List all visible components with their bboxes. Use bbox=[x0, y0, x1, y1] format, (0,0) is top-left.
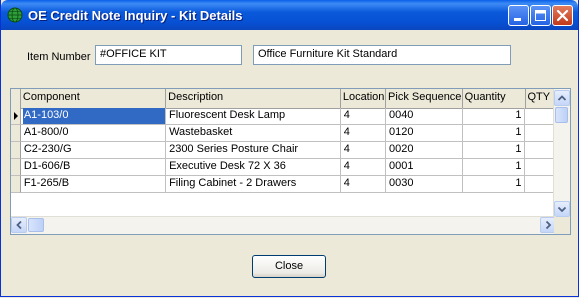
cell-quantity[interactable]: 1 bbox=[462, 142, 526, 159]
row-selector[interactable] bbox=[11, 125, 21, 142]
cell-location[interactable]: 4 bbox=[340, 142, 386, 159]
cell-description[interactable]: Wastebasket bbox=[166, 125, 341, 142]
close-icon bbox=[556, 9, 569, 22]
maximize-button[interactable] bbox=[530, 5, 551, 26]
vertical-scrollbar[interactable] bbox=[553, 89, 570, 218]
cell-component[interactable]: C2-230/G bbox=[20, 142, 167, 159]
column-header-quantity[interactable]: Quantity bbox=[463, 89, 526, 108]
globe-icon bbox=[7, 7, 23, 23]
cell-qty[interactable] bbox=[525, 108, 556, 125]
table-row[interactable]: F1-265/B Filing Cabinet - 2 Drawers 4 00… bbox=[11, 176, 556, 193]
grid-header: Component Description Location Pick Sequ… bbox=[11, 89, 556, 109]
chevron-down-icon bbox=[557, 206, 567, 213]
close-window-button[interactable] bbox=[552, 5, 573, 26]
item-number-label: Item Number bbox=[27, 51, 91, 63]
selected-component-text: A1-103/0 bbox=[22, 108, 166, 124]
vertical-scroll-thumb[interactable] bbox=[555, 107, 568, 123]
dialog-window: OE Credit Note Inquiry - Kit Details Ite… bbox=[0, 0, 579, 297]
row-selector[interactable] bbox=[11, 142, 21, 159]
cell-description[interactable]: 2300 Series Posture Chair bbox=[166, 142, 341, 159]
cell-component[interactable]: D1-606/B bbox=[20, 159, 167, 176]
cell-pick-sequence[interactable]: 0040 bbox=[385, 108, 463, 125]
cell-description[interactable]: Fluorescent Desk Lamp bbox=[166, 108, 341, 125]
scroll-up-button[interactable] bbox=[554, 90, 570, 106]
cell-description[interactable]: Filing Cabinet - 2 Drawers bbox=[166, 176, 341, 193]
window-title: OE Credit Note Inquiry - Kit Details bbox=[28, 8, 243, 23]
cell-pick-sequence[interactable]: 0120 bbox=[385, 125, 463, 142]
cell-description[interactable]: Executive Desk 72 X 36 bbox=[166, 159, 341, 176]
cell-pick-sequence[interactable]: 0001 bbox=[385, 159, 463, 176]
table-row[interactable]: A1-103/0 Fluorescent Desk Lamp 4 0040 1 bbox=[11, 108, 556, 125]
cell-pick-sequence[interactable]: 0020 bbox=[385, 142, 463, 159]
cell-component[interactable]: A1-103/0 bbox=[20, 108, 167, 125]
row-selector[interactable] bbox=[11, 159, 21, 176]
kit-components-grid[interactable]: Component Description Location Pick Sequ… bbox=[10, 88, 571, 235]
cell-qty[interactable] bbox=[525, 125, 556, 142]
scroll-left-button[interactable] bbox=[11, 217, 27, 233]
cell-location[interactable]: 4 bbox=[340, 176, 386, 193]
cell-component[interactable]: F1-265/B bbox=[20, 176, 167, 193]
cell-component[interactable]: A1-800/0 bbox=[20, 125, 167, 142]
table-row[interactable]: C2-230/G 2300 Series Posture Chair 4 002… bbox=[11, 142, 556, 159]
chevron-right-icon bbox=[545, 220, 552, 230]
cell-qty[interactable] bbox=[525, 176, 556, 193]
title-bar[interactable]: OE Credit Note Inquiry - Kit Details bbox=[1, 0, 578, 30]
column-header-pick-sequence[interactable]: Pick Sequence bbox=[386, 89, 463, 108]
table-row[interactable]: A1-800/0 Wastebasket 4 0120 1 bbox=[11, 125, 556, 142]
maximize-icon bbox=[535, 10, 546, 21]
cell-quantity[interactable]: 1 bbox=[462, 176, 526, 193]
row-selector[interactable] bbox=[11, 108, 21, 125]
row-selector[interactable] bbox=[11, 176, 21, 193]
cell-qty[interactable] bbox=[525, 159, 556, 176]
cell-location[interactable]: 4 bbox=[340, 108, 386, 125]
column-header-component[interactable]: Component bbox=[21, 89, 167, 108]
cell-location[interactable]: 4 bbox=[340, 159, 386, 176]
cell-pick-sequence[interactable]: 0030 bbox=[385, 176, 463, 193]
cell-quantity[interactable]: 1 bbox=[462, 159, 526, 176]
current-row-arrow-icon bbox=[14, 112, 18, 120]
scroll-down-button[interactable] bbox=[554, 201, 570, 217]
cell-quantity[interactable]: 1 bbox=[462, 125, 526, 142]
chevron-left-icon bbox=[16, 220, 22, 230]
cell-quantity[interactable]: 1 bbox=[462, 108, 526, 125]
chevron-up-icon bbox=[557, 95, 567, 101]
horizontal-scroll-thumb[interactable] bbox=[28, 218, 44, 232]
scrollbar-corner bbox=[554, 217, 570, 234]
cell-location[interactable]: 4 bbox=[340, 125, 386, 142]
minimize-button[interactable] bbox=[508, 5, 529, 26]
item-number-field[interactable]: #OFFICE KIT bbox=[95, 45, 242, 65]
column-header-description[interactable]: Description bbox=[166, 89, 341, 108]
table-row[interactable]: D1-606/B Executive Desk 72 X 36 4 0001 1 bbox=[11, 159, 556, 176]
column-header-qty[interactable]: QTY bbox=[526, 89, 556, 108]
close-button[interactable]: Close bbox=[252, 255, 326, 278]
header-corner bbox=[11, 89, 21, 108]
column-header-location[interactable]: Location bbox=[341, 89, 387, 108]
minimize-icon bbox=[514, 18, 521, 21]
cell-qty[interactable] bbox=[525, 142, 556, 159]
item-description-field[interactable]: Office Furniture Kit Standard bbox=[253, 45, 511, 65]
horizontal-scrollbar[interactable] bbox=[11, 216, 556, 234]
